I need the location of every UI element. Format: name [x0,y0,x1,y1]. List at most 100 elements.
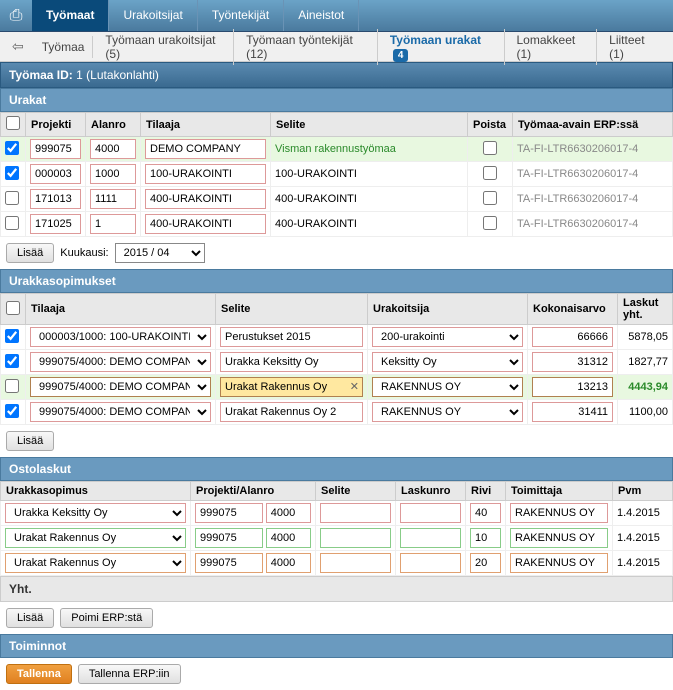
sop-urak-select[interactable]: Keksitty Oy [372,352,523,372]
top-nav: ⎙ Työmaat Urakoitsijat Työntekijät Ainei… [0,0,673,32]
table-row: 100-URAKOINTI TA-FI-LTR6630206017-4 [1,162,673,187]
table-row: 000003/1000: 100-URAKOINTI 200-urakointi… [1,325,673,350]
ol-rivi-input[interactable] [470,528,501,548]
sop-laskut-text: 1100,00 [618,400,673,425]
sop-urak-select[interactable]: 200-urakointi [372,327,523,347]
sop-tilaaja-select[interactable]: 000003/1000: 100-URAKOINTI [30,327,211,347]
poista-checkbox[interactable] [483,216,497,230]
projekti-input[interactable] [30,214,81,234]
sop-selite-input[interactable] [220,377,363,397]
sop-arvo-input[interactable] [532,327,613,347]
subnav-lomakkeet[interactable]: Lomakkeet (1) [509,29,598,65]
sop-selite-input[interactable] [220,327,363,347]
urakat-checkall[interactable] [6,116,20,130]
sop-tilaaja-select[interactable]: 999075/4000: DEMO COMPANY [30,352,211,372]
ol-proj-input[interactable] [195,528,263,548]
ol-toim-input[interactable] [510,528,608,548]
row-checkbox[interactable] [5,379,19,393]
ol-sopimus-select[interactable]: Urakat Rakennus Oy [5,528,186,548]
row-checkbox[interactable] [5,191,19,205]
alanro-input[interactable] [90,214,136,234]
col-sop-arvo: Kokonaisarvo [528,294,618,325]
sop-urak-select[interactable]: RAKENNUS OY [372,402,523,422]
tallenna-erp-button[interactable]: Tallenna ERP:iin [78,664,181,684]
poimi-erp-button[interactable]: Poimi ERP:stä [60,608,153,628]
tab-urakoitsijat[interactable]: Urakoitsijat [109,0,197,31]
col-ol-laskunro: Laskunro [396,482,466,501]
table-row: Urakat Rakennus Oy 1.4.2015 [1,551,673,576]
app-icon[interactable]: ⎙ [0,0,32,31]
ol-proj-input[interactable] [195,553,263,573]
sop-selite-input[interactable] [220,352,363,372]
tab-tyomaat[interactable]: Työmaat [32,0,109,31]
projekti-input[interactable] [30,139,81,159]
sop-selite-input[interactable] [220,402,363,422]
col-sop-tilaaja: Tilaaja [26,294,216,325]
ol-proj-input[interactable] [195,503,263,523]
sop-arvo-input[interactable] [532,402,613,422]
ostolaskut-add-button[interactable]: Lisää [6,608,54,628]
col-poista: Poista [468,113,513,137]
subnav-liitteet[interactable]: Liitteet (1) [601,29,667,65]
subnav-tyomaa[interactable]: Työmaa [34,36,94,58]
subnav-tyontekijat[interactable]: Työmaan työntekijät (12) [238,29,378,65]
ol-sopimus-select[interactable]: Urakat Rakennus Oy [5,553,186,573]
ol-toim-input[interactable] [510,503,608,523]
subnav-urakat[interactable]: Työmaan urakat 4 [382,29,505,65]
sop-checkall[interactable] [6,301,20,315]
row-checkbox[interactable] [5,166,19,180]
sop-arvo-input[interactable] [532,352,613,372]
sop-tilaaja-select[interactable]: 999075/4000: DEMO COMPANY [30,377,211,397]
col-avain: Työmaa-avain ERP:ssä [513,113,673,137]
ol-selite-input[interactable] [320,503,391,523]
alanro-input[interactable] [90,139,136,159]
avain-text: TA-FI-LTR6630206017-4 [513,162,673,187]
back-icon[interactable]: ⇦ [6,36,30,57]
ol-alan-input[interactable] [266,553,311,573]
ol-rivi-input[interactable] [470,553,501,573]
ol-sopimus-select[interactable]: Urakka Keksitty Oy [5,503,186,523]
ol-laskunro-input[interactable] [400,528,461,548]
col-sop-selite: Selite [216,294,368,325]
sop-arvo-input[interactable] [532,377,613,397]
ol-alan-input[interactable] [266,528,311,548]
table-row: Visman rakennustyömaa TA-FI-LTR663020601… [1,137,673,162]
tilaaja-input[interactable] [145,164,266,184]
ol-toim-input[interactable] [510,553,608,573]
col-alanro: Alanro [86,113,141,137]
col-selite: Selite [271,113,468,137]
ol-laskunro-input[interactable] [400,503,461,523]
row-checkbox[interactable] [5,354,19,368]
tilaaja-input[interactable] [145,189,266,209]
clear-icon[interactable]: ✕ [350,380,359,393]
poista-checkbox[interactable] [483,191,497,205]
tab-tyontekijat[interactable]: Työntekijät [198,0,284,31]
projekti-input[interactable] [30,164,81,184]
projekti-input[interactable] [30,189,81,209]
tilaaja-input[interactable] [145,214,266,234]
row-checkbox[interactable] [5,216,19,230]
sop-tilaaja-select[interactable]: 999075/4000: DEMO COMPANY [30,402,211,422]
ol-selite-input[interactable] [320,528,391,548]
row-checkbox[interactable] [5,329,19,343]
subnav-urakoitsijat[interactable]: Työmaan urakoitsijat (5) [97,29,234,65]
poista-checkbox[interactable] [483,166,497,180]
ol-alan-input[interactable] [266,503,311,523]
row-checkbox[interactable] [5,141,19,155]
ol-selite-input[interactable] [320,553,391,573]
sopimukset-add-button[interactable]: Lisää [6,431,54,451]
sop-urak-select[interactable]: RAKENNUS OY [372,377,523,397]
sop-laskut-text: 5878,05 [618,325,673,350]
table-row: 999075/4000: DEMO COMPANY Keksitty Oy 18… [1,350,673,375]
alanro-input[interactable] [90,164,136,184]
urakat-add-button[interactable]: Lisää [6,243,54,263]
tilaaja-input[interactable] [145,139,266,159]
row-checkbox[interactable] [5,404,19,418]
tab-aineistot[interactable]: Aineistot [284,0,359,31]
alanro-input[interactable] [90,189,136,209]
ol-laskunro-input[interactable] [400,553,461,573]
poista-checkbox[interactable] [483,141,497,155]
month-select[interactable]: 2015 / 04 [115,243,205,263]
tallenna-button[interactable]: Tallenna [6,664,72,684]
ol-rivi-input[interactable] [470,503,501,523]
